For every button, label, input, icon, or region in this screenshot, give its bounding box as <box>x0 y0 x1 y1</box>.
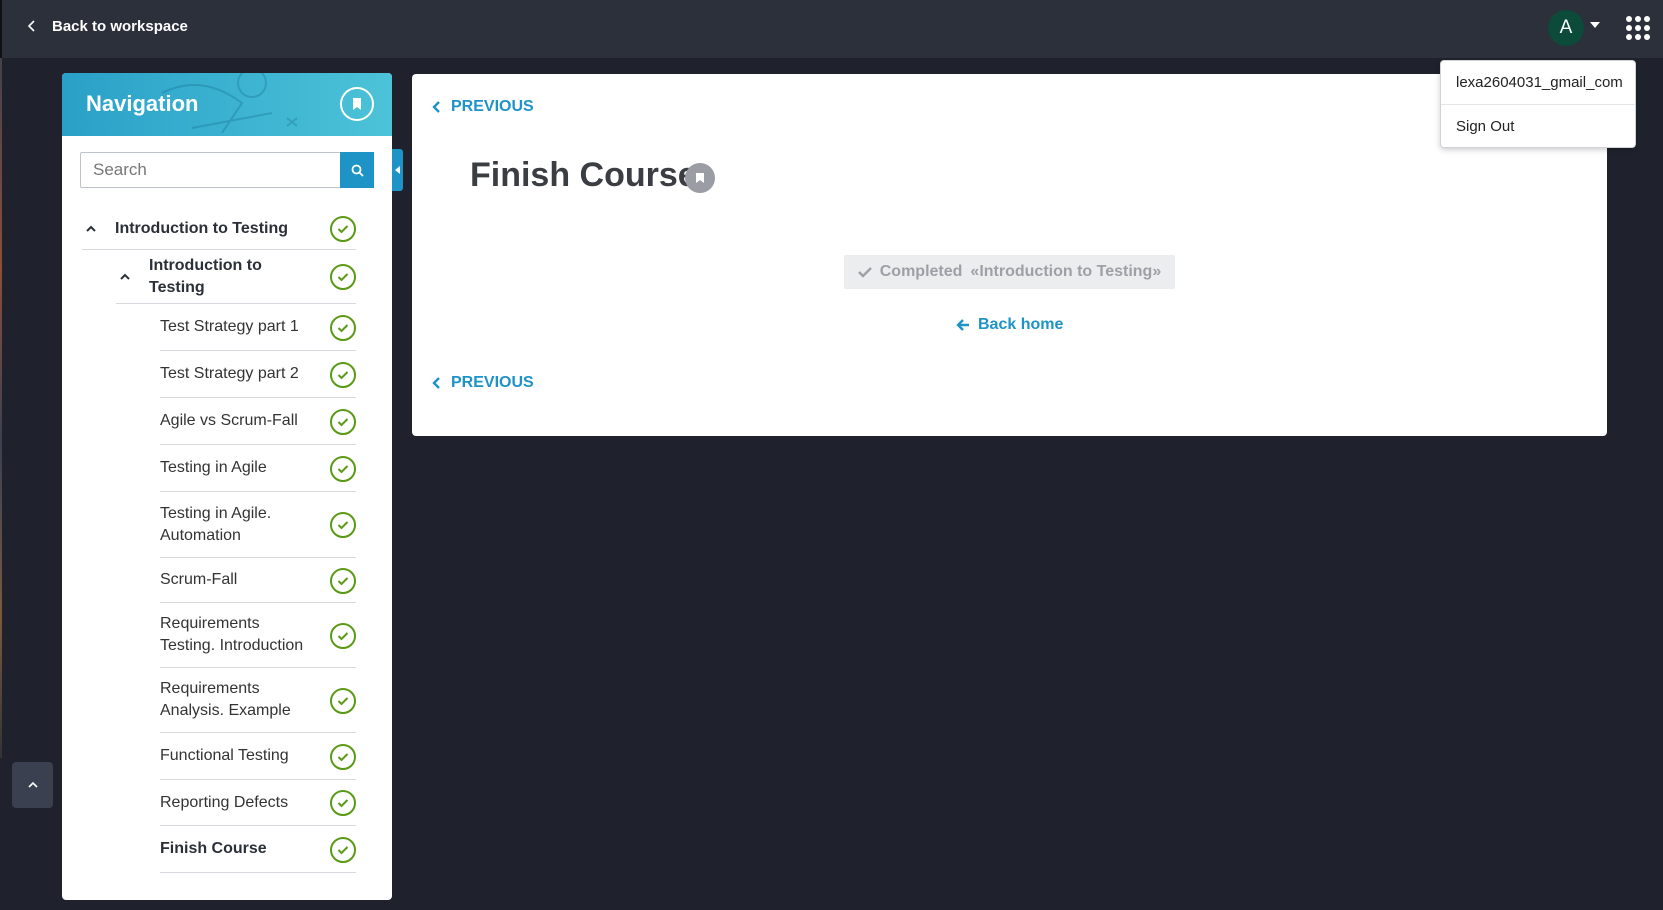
nav-item-label: Test Strategy part 1 <box>160 318 299 335</box>
nav-subsection[interactable]: Introduction to Testing <box>116 250 356 304</box>
navigation-header: Navigation <box>62 73 392 136</box>
completed-check-icon <box>330 622 356 649</box>
nav-item-label: Scrum-Fall <box>160 571 238 588</box>
nav-lesson-item[interactable]: Requirements Testing. Introduction <box>160 603 356 668</box>
back-home-label: Back home <box>978 316 1064 333</box>
back-to-workspace-label: Back to workspace <box>52 17 188 35</box>
arrow-left-icon <box>956 319 969 331</box>
completed-label: Completed <box>879 263 963 280</box>
nav-item-label: Requirements Analysis. Example <box>160 680 291 719</box>
nav-item-label: Introduction to Testing <box>115 219 289 237</box>
nav-lesson-item[interactable]: Testing in Agile. Automation <box>160 492 356 558</box>
bookmark-icon <box>696 173 704 183</box>
nav-item-label: Agile vs Scrum-Fall <box>160 412 298 429</box>
collapse-navigation-tab[interactable] <box>392 149 403 191</box>
nav-item-label: Testing in Agile. Automation <box>160 504 272 544</box>
back-to-workspace-link[interactable]: Back to workspace <box>26 14 188 38</box>
user-menu-username[interactable]: lexa2604031_gmail_com <box>1441 61 1635 104</box>
left-edge-strip <box>0 58 2 758</box>
nav-lesson-item[interactable]: Reporting Defects <box>160 780 356 826</box>
completed-check-icon <box>330 743 356 770</box>
nav-lesson-item[interactable]: Agile vs Scrum-Fall <box>160 398 356 445</box>
chevron-up-icon <box>27 781 38 788</box>
previous-label: PREVIOUS <box>451 98 534 115</box>
caret-down-icon[interactable] <box>1590 22 1600 28</box>
nav-lesson-item[interactable]: Scrum-Fall <box>160 558 356 603</box>
user-menu: lexa2604031_gmail_com Sign Out <box>1440 60 1636 148</box>
nav-item-label: Testing in Agile <box>160 459 267 476</box>
completed-badge: Completed «Introduction to Testing» <box>844 255 1175 289</box>
nav-lesson-item[interactable]: Test Strategy part 2 <box>160 351 356 398</box>
completed-check-icon <box>330 836 356 863</box>
content-card: PREVIOUS Finish Course Completed «Introd… <box>412 74 1607 436</box>
completed-check-icon <box>330 216 356 242</box>
completed-check-icon <box>330 314 356 341</box>
completed-check-icon <box>330 264 356 290</box>
navigation-panel: Navigation Introduction to Testing Introd… <box>62 73 392 900</box>
search-icon <box>351 164 364 177</box>
caret-left-icon <box>395 166 400 174</box>
completed-check-icon <box>330 455 356 482</box>
nav-lesson-item[interactable]: Finish Course <box>160 826 356 873</box>
chevron-up-icon[interactable] <box>119 272 131 282</box>
completed-check-icon <box>330 361 356 388</box>
nav-item-label: Requirements Testing. Introduction <box>160 615 304 654</box>
back-home-link[interactable]: Back home <box>956 316 1063 334</box>
nav-lesson-item[interactable]: Functional Testing <box>160 733 356 780</box>
nav-lesson-item[interactable]: Requirements Analysis. Example <box>160 668 356 733</box>
chevron-left-icon <box>432 377 440 389</box>
completed-check-icon <box>330 567 356 594</box>
chevron-left-icon <box>432 101 440 113</box>
top-bar: Back to workspace A <box>0 0 1663 58</box>
previous-button-top[interactable]: PREVIOUS <box>432 98 534 116</box>
apps-grid-icon[interactable] <box>1626 16 1650 40</box>
previous-label: PREVIOUS <box>451 374 534 391</box>
title-bookmark-button[interactable] <box>685 163 715 193</box>
nav-item-label: Introduction to Testing <box>149 256 262 296</box>
completed-check-icon <box>330 790 356 816</box>
search-input[interactable] <box>80 152 340 188</box>
nav-item-label: Finish Course <box>160 840 267 857</box>
page-title: Finish Course <box>470 156 697 194</box>
search-box <box>80 152 374 188</box>
completed-course-name: «Introduction to Testing» <box>970 263 1162 280</box>
check-icon <box>857 267 872 278</box>
previous-button-bottom[interactable]: PREVIOUS <box>432 374 534 392</box>
nav-item-label: Functional Testing <box>160 747 289 764</box>
scroll-to-top-button[interactable] <box>12 762 53 808</box>
chevron-left-icon <box>27 20 35 32</box>
nav-section[interactable]: Introduction to Testing <box>82 208 356 250</box>
nav-item-label: Test Strategy part 2 <box>160 365 299 382</box>
nav-lesson-item[interactable]: Testing in Agile <box>160 445 356 492</box>
bookmark-button[interactable] <box>340 87 374 121</box>
nav-item-label: Reporting Defects <box>160 793 289 811</box>
completed-check-icon <box>330 408 356 435</box>
completed-check-icon <box>330 512 356 538</box>
navigation-title: Navigation <box>86 91 199 116</box>
bookmark-icon <box>353 98 361 110</box>
nav-lesson-item[interactable]: Test Strategy part 1 <box>160 304 356 351</box>
avatar[interactable]: A <box>1548 10 1584 46</box>
sign-out-button[interactable]: Sign Out <box>1441 104 1635 147</box>
completed-check-icon <box>330 687 356 714</box>
chevron-up-icon[interactable] <box>85 224 97 234</box>
search-button[interactable] <box>340 152 374 188</box>
